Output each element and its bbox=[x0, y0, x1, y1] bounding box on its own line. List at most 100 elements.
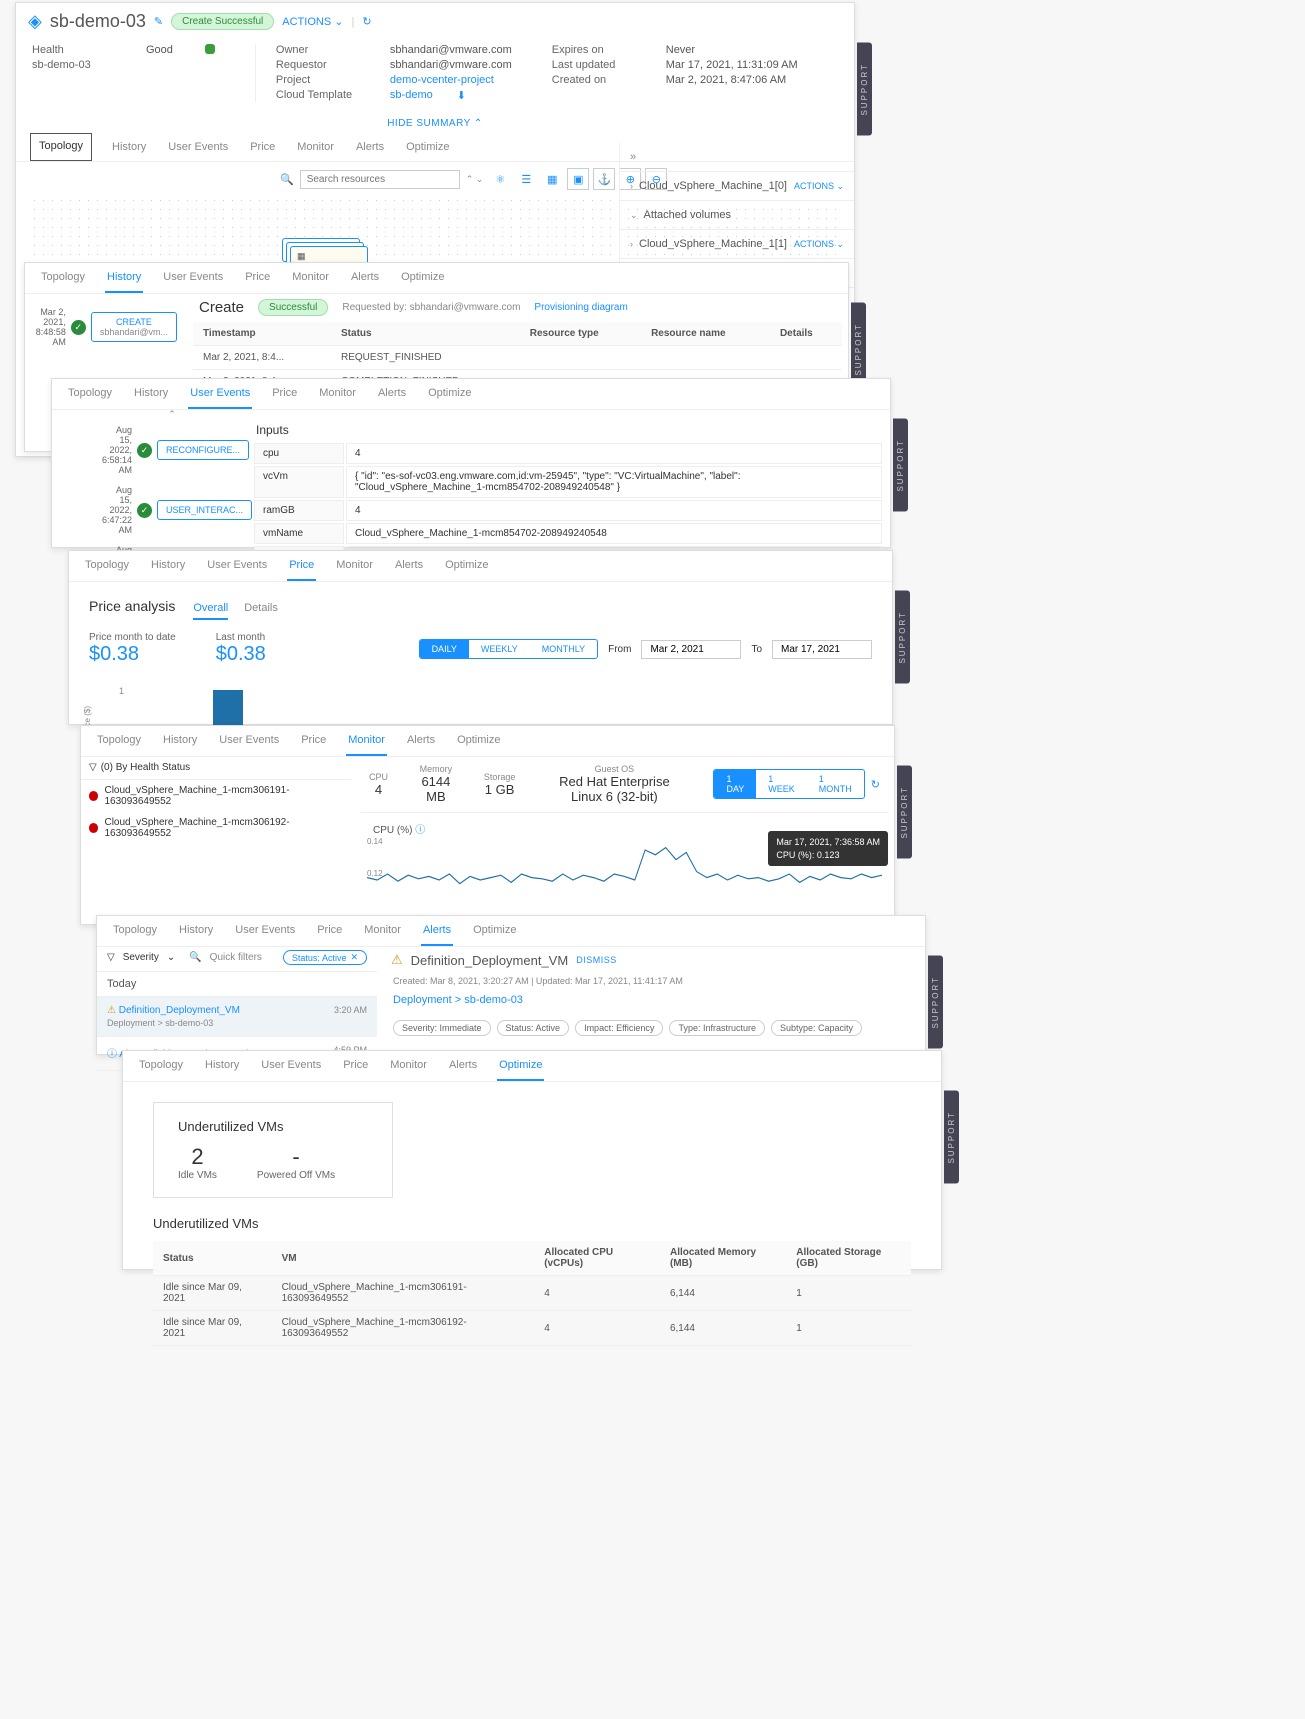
tab-topology[interactable]: Topology bbox=[83, 551, 131, 581]
edit-icon[interactable]: ✎ bbox=[154, 15, 163, 28]
from-date-input[interactable] bbox=[641, 640, 741, 659]
tab-user-events[interactable]: User Events bbox=[188, 379, 252, 409]
project-link[interactable]: demo-vcenter-project bbox=[390, 74, 494, 86]
support-tab[interactable]: SUPPORT bbox=[893, 419, 908, 512]
collapse-icon[interactable]: » bbox=[620, 143, 854, 172]
tab-monitor[interactable]: Monitor bbox=[334, 551, 375, 581]
view-list-icon[interactable]: ☰ bbox=[515, 168, 537, 190]
tab-history[interactable]: History bbox=[105, 263, 143, 293]
support-tab[interactable]: SUPPORT bbox=[897, 766, 912, 859]
tab-user-events[interactable]: User Events bbox=[259, 1051, 323, 1081]
tab-price[interactable]: Price bbox=[243, 263, 272, 293]
tab-topology[interactable]: Topology bbox=[66, 379, 114, 409]
tab-topology[interactable]: Topology bbox=[95, 726, 143, 756]
tab-price[interactable]: Price bbox=[315, 916, 344, 946]
tab-monitor[interactable]: Monitor bbox=[362, 916, 403, 946]
anchor-icon[interactable]: ⚓ bbox=[593, 168, 615, 190]
tab-history[interactable]: History bbox=[161, 726, 199, 756]
collapse-up-icon[interactable]: ⌃ bbox=[102, 409, 242, 420]
tab-user-events[interactable]: User Events bbox=[166, 133, 230, 161]
vm-item[interactable]: Cloud_vSphere_Machine_1-mcm306192-163093… bbox=[81, 812, 351, 844]
tab-price[interactable]: Price bbox=[248, 133, 277, 161]
tab-optimize[interactable]: Optimize bbox=[426, 379, 473, 409]
tab-history[interactable]: History bbox=[110, 133, 148, 161]
health-filter[interactable]: ▽ (0) By Health Status bbox=[81, 756, 351, 780]
tab-optimize[interactable]: Optimize bbox=[455, 726, 502, 756]
subtab-overall[interactable]: Overall bbox=[193, 598, 228, 620]
tab-user-events[interactable]: User Events bbox=[205, 551, 269, 581]
tab-alerts[interactable]: Alerts bbox=[447, 1051, 479, 1081]
refresh-icon[interactable]: ↻ bbox=[362, 15, 371, 28]
view-grid-icon[interactable]: ▦ bbox=[541, 168, 563, 190]
breadcrumb[interactable]: Deployment > sb-demo-03 bbox=[393, 994, 523, 1006]
table-row[interactable]: Idle since Mar 09, 2021Cloud_vSphere_Mac… bbox=[153, 1276, 911, 1311]
tab-alerts[interactable]: Alerts bbox=[376, 379, 408, 409]
to-date-input[interactable] bbox=[772, 640, 872, 659]
period-toggle[interactable]: DAILYWEEKLYMONTHLY bbox=[419, 639, 599, 659]
tab-alerts[interactable]: Alerts bbox=[405, 726, 437, 756]
tab-user-events[interactable]: User Events bbox=[161, 263, 225, 293]
tab-history[interactable]: History bbox=[149, 551, 187, 581]
support-tab[interactable]: SUPPORT bbox=[857, 43, 872, 136]
tab-monitor[interactable]: Monitor bbox=[290, 263, 331, 293]
tab-history[interactable]: History bbox=[203, 1051, 241, 1081]
search-input[interactable] bbox=[300, 170, 460, 189]
subtab-details[interactable]: Details bbox=[244, 598, 278, 620]
tab-user-events[interactable]: User Events bbox=[233, 916, 297, 946]
tab-alerts[interactable]: Alerts bbox=[354, 133, 386, 161]
support-tab[interactable]: SUPPORT bbox=[944, 1091, 959, 1184]
tab-monitor[interactable]: Monitor bbox=[295, 133, 336, 161]
tab-optimize[interactable]: Optimize bbox=[404, 133, 451, 161]
event-item[interactable]: Aug 15, 2022,6:58:14 AM✓RECONFIGURE... bbox=[102, 420, 242, 480]
tab-monitor[interactable]: Monitor bbox=[346, 726, 387, 756]
actions-menu[interactable]: ACTIONS ⌄ bbox=[282, 15, 343, 28]
table-row[interactable]: Mar 2, 2021, 8:4...REQUEST_FINISHED bbox=[193, 346, 842, 370]
tab-monitor[interactable]: Monitor bbox=[317, 379, 358, 409]
tab-price[interactable]: Price bbox=[287, 551, 316, 581]
event-item[interactable]: Aug 15, 2022,6:47:22 AM✓USER_INTERAC... bbox=[102, 480, 242, 540]
side-item[interactable]: ›Cloud_vSphere_Machine_1[0]ACTIONS ⌄ bbox=[620, 172, 854, 201]
tab-topology[interactable]: Topology bbox=[39, 263, 87, 293]
support-tab[interactable]: SUPPORT bbox=[895, 591, 910, 684]
tab-optimize[interactable]: Optimize bbox=[443, 551, 490, 581]
tab-optimize[interactable]: Optimize bbox=[471, 916, 518, 946]
tab-optimize[interactable]: Optimize bbox=[399, 263, 446, 293]
tab-alerts[interactable]: Alerts bbox=[349, 263, 381, 293]
tab-alerts[interactable]: Alerts bbox=[421, 916, 453, 946]
provisioning-link[interactable]: Provisioning diagram bbox=[534, 302, 627, 313]
tab-topology[interactable]: Topology bbox=[30, 133, 92, 161]
tab-monitor[interactable]: Monitor bbox=[388, 1051, 429, 1081]
fit-icon[interactable]: ▣ bbox=[567, 168, 589, 190]
tab-user-events[interactable]: User Events bbox=[217, 726, 281, 756]
view-graph-icon[interactable]: ⚛ bbox=[489, 168, 511, 190]
event-card[interactable]: CREATEsbhandari@vm... bbox=[91, 312, 177, 342]
tab-topology[interactable]: Topology bbox=[111, 916, 159, 946]
download-icon[interactable]: ⬇ bbox=[457, 89, 466, 102]
tab-topology[interactable]: Topology bbox=[137, 1051, 185, 1081]
dismiss-button[interactable]: DISMISS bbox=[576, 955, 617, 965]
vm-item[interactable]: Cloud_vSphere_Machine_1-mcm306191-163093… bbox=[81, 780, 351, 812]
tab-optimize[interactable]: Optimize bbox=[497, 1051, 544, 1081]
alert-item[interactable]: ⚠ Definition_Deployment_VM3:20 AMDeploym… bbox=[97, 997, 377, 1037]
tab-price[interactable]: Price bbox=[341, 1051, 370, 1081]
tab-price[interactable]: Price bbox=[299, 726, 328, 756]
filter-chip[interactable]: Status: Active ✕ bbox=[283, 950, 367, 965]
hide-summary-button[interactable]: HIDE SUMMARY ⌃ bbox=[16, 114, 854, 133]
time-range-toggle[interactable]: 1 DAY1 WEEK1 MONTH bbox=[713, 769, 864, 799]
info-icon[interactable]: ⓘ bbox=[415, 825, 425, 836]
refresh-icon[interactable]: ↻ bbox=[871, 778, 880, 791]
tab-price[interactable]: Price bbox=[270, 379, 299, 409]
template-link[interactable]: sb-demo bbox=[390, 89, 433, 102]
status-badge: Create Successful bbox=[171, 13, 274, 30]
table-row[interactable]: Idle since Mar 09, 2021Cloud_vSphere_Mac… bbox=[153, 1311, 911, 1346]
filter-icon[interactable]: ▽ bbox=[107, 952, 115, 963]
side-item[interactable]: ›Cloud_vSphere_Machine_1[1]ACTIONS ⌄ bbox=[620, 230, 854, 259]
success-icon: ✓ bbox=[71, 320, 86, 335]
support-tab[interactable]: SUPPORT bbox=[928, 956, 943, 1049]
side-item[interactable]: ⌄Attached volumes bbox=[620, 201, 854, 230]
under-card: Underutilized VMs 2Idle VMs -Powered Off… bbox=[153, 1102, 393, 1198]
meta-pill: Status: Active bbox=[497, 1020, 570, 1036]
tab-history[interactable]: History bbox=[177, 916, 215, 946]
tab-alerts[interactable]: Alerts bbox=[393, 551, 425, 581]
tab-history[interactable]: History bbox=[132, 379, 170, 409]
